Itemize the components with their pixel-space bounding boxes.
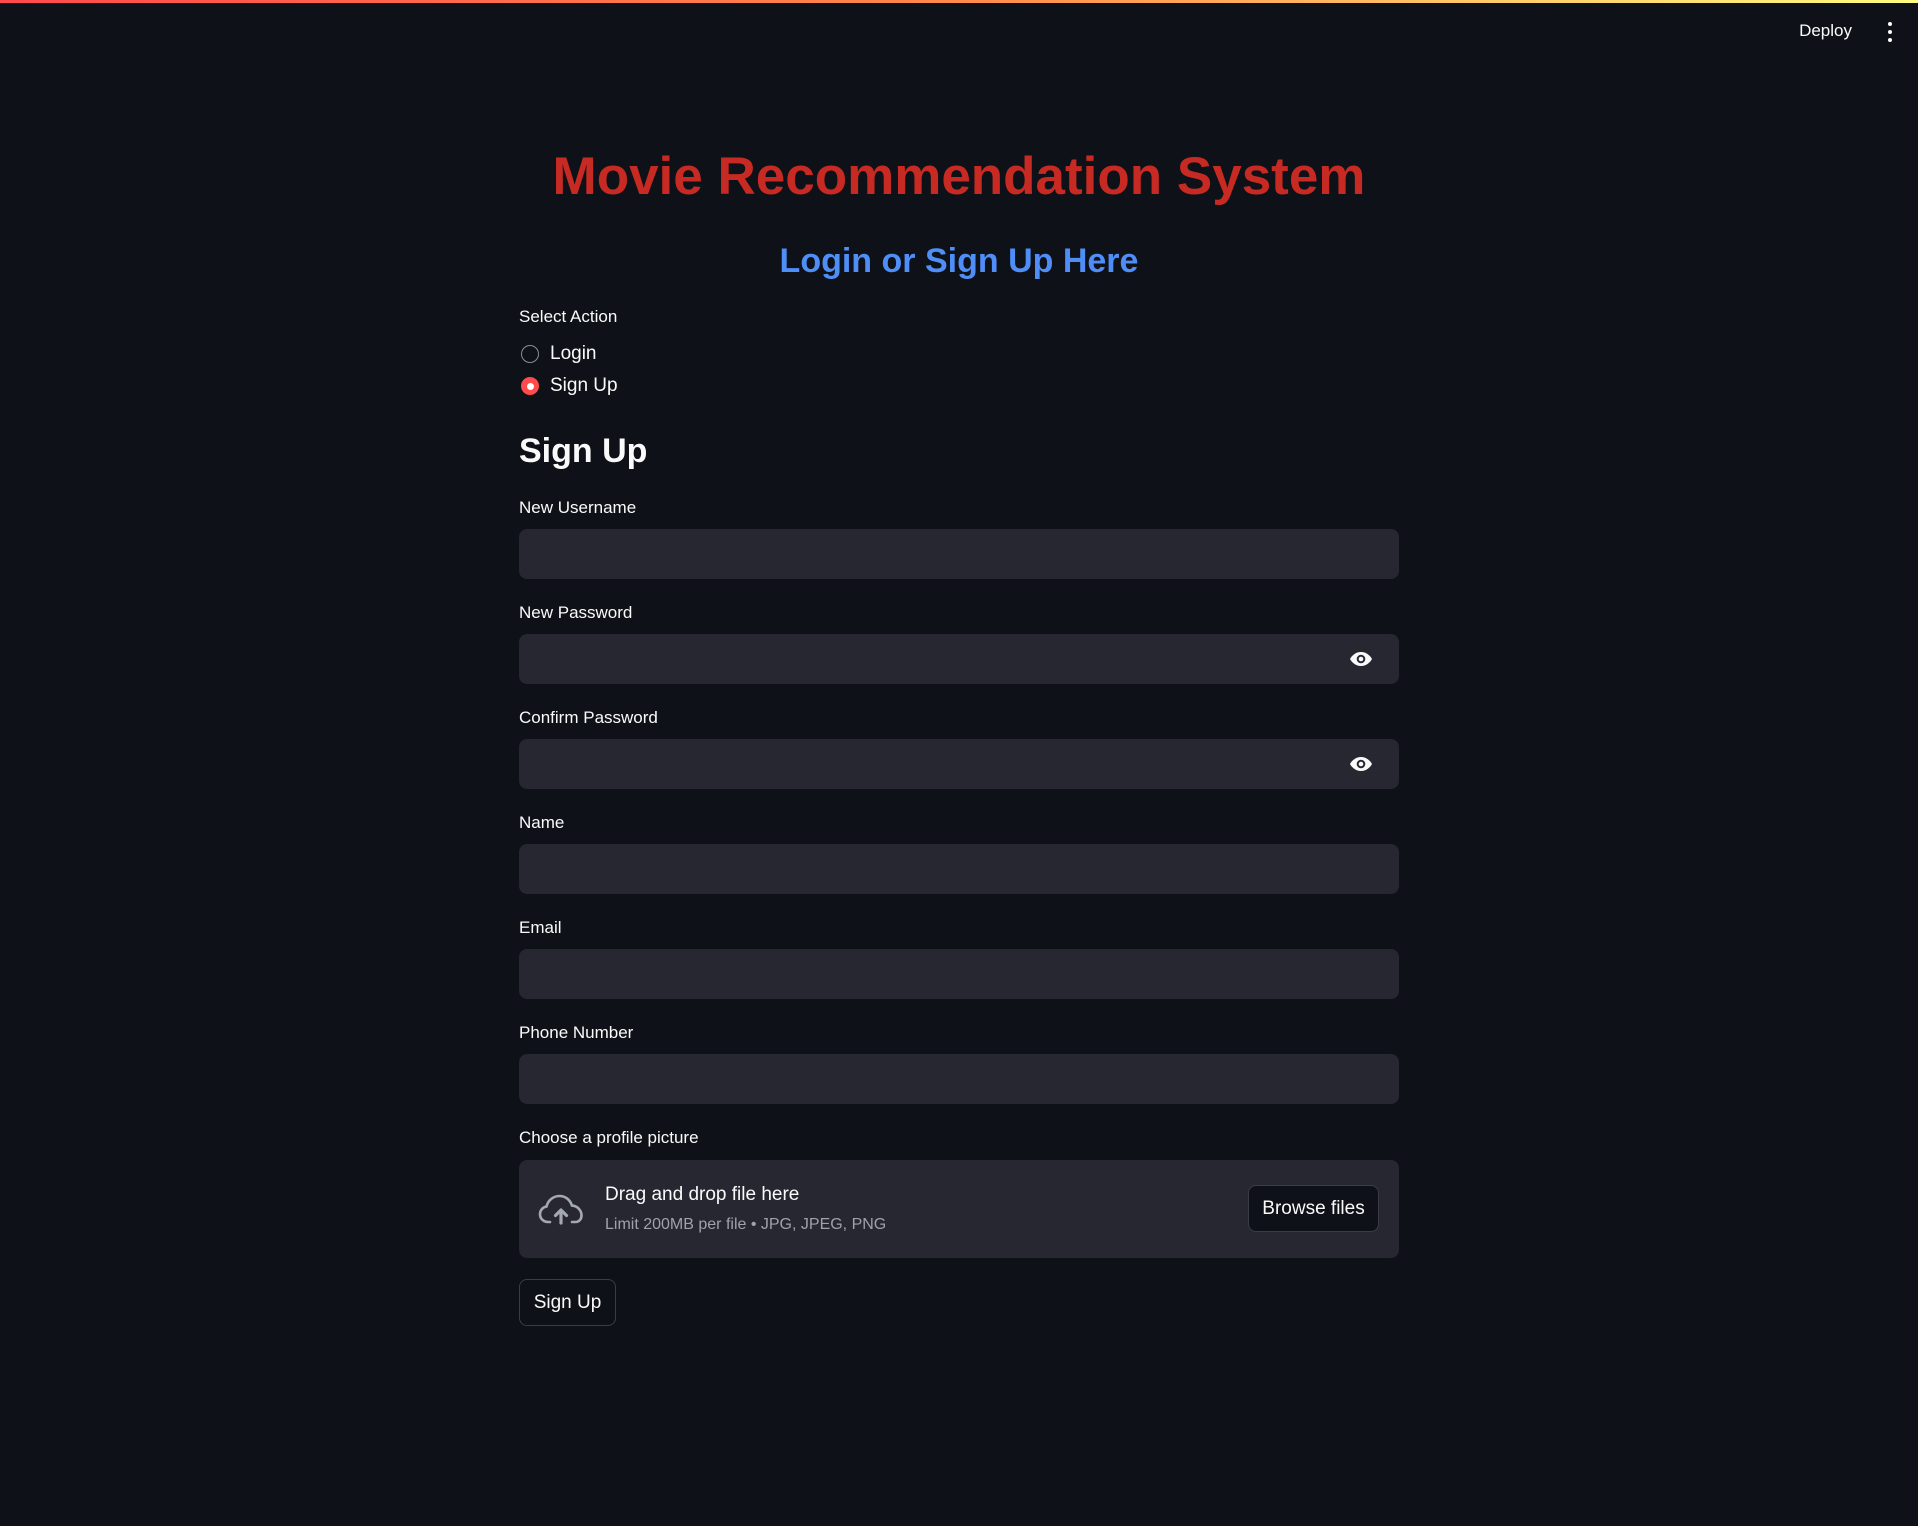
page-subtitle: Login or Sign Up Here [779,242,1139,280]
password-input[interactable] [519,634,1399,684]
signup-heading: Sign Up [519,432,648,470]
radio-option-login[interactable]: Login [521,343,597,365]
email-input[interactable] [519,949,1399,999]
confirm-password-input[interactable] [519,739,1399,789]
signup-submit-button[interactable]: Sign Up [519,1279,616,1326]
name-input[interactable] [519,844,1399,894]
cloud-upload-icon [538,1194,583,1225]
phone-label: Phone Number [519,1023,634,1042]
app-header: Deploy [0,3,1918,59]
radio-button-signup[interactable] [521,377,539,395]
radio-label-login: Login [550,343,597,364]
username-input[interactable] [519,529,1399,579]
file-uploader-dropzone[interactable]: Drag and drop file here Limit 200MB per … [519,1160,1399,1258]
profile-picture-label: Choose a profile picture [519,1128,699,1147]
deploy-button[interactable]: Deploy [1791,17,1860,45]
name-label: Name [519,813,565,832]
eye-icon[interactable] [1349,753,1373,775]
phone-input[interactable] [519,1054,1399,1104]
more-vertical-icon[interactable] [1880,19,1900,45]
password-label: New Password [519,603,633,622]
uploader-hint: Limit 200MB per file • JPG, JPEG, PNG [605,1216,887,1233]
browse-files-button[interactable]: Browse files [1248,1185,1379,1232]
radio-label-signup: Sign Up [550,375,618,396]
username-label: New Username [519,498,637,517]
select-action-label: Select Action [519,307,618,326]
confirm-password-label: Confirm Password [519,708,658,727]
email-label: Email [519,918,562,937]
radio-button-login[interactable] [521,345,539,363]
eye-icon[interactable] [1349,648,1373,670]
radio-option-signup[interactable]: Sign Up [521,375,618,397]
uploader-title: Drag and drop file here [605,1184,800,1205]
page-title: Movie Recommendation System [552,147,1366,206]
